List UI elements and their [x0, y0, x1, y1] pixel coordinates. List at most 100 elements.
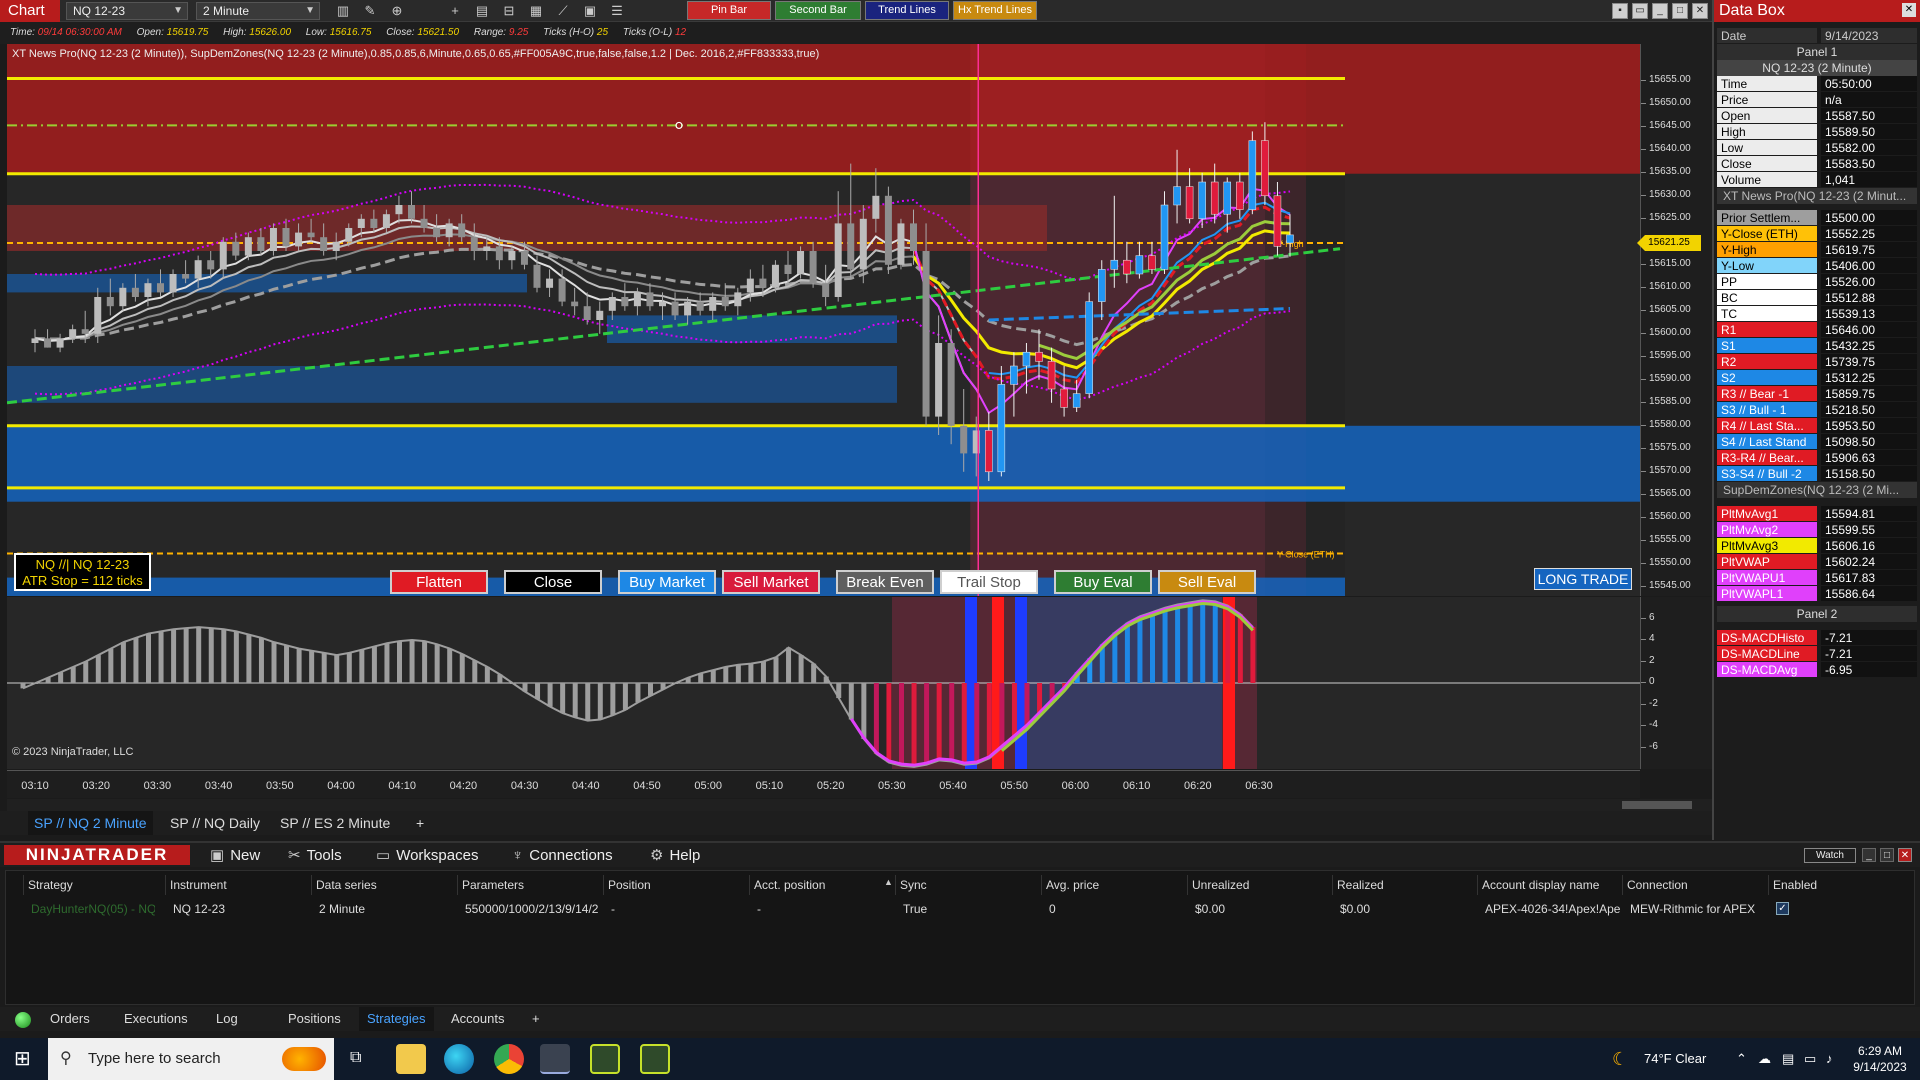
candle-body: [1160, 204, 1169, 270]
supply-demand-zone-0: [7, 44, 1640, 174]
data-box-label: Y-Close (ETH): [1717, 226, 1817, 241]
cloud-icon[interactable]: ☁: [1758, 1038, 1771, 1080]
minimize-icon[interactable]: _: [1652, 3, 1668, 19]
data-box-label: Volume: [1717, 172, 1817, 187]
column-header-account-display-name[interactable]: Account display name: [1477, 875, 1622, 895]
horizontal-scrollbar[interactable]: [7, 799, 1712, 811]
maximize-icon[interactable]: □: [1672, 3, 1688, 19]
buy-eval-button[interactable]: Buy Eval: [1054, 570, 1152, 594]
minimize-icon[interactable]: _: [1862, 848, 1876, 862]
properties-icon[interactable]: ▤: [474, 3, 490, 19]
buy-market-button[interactable]: Buy Market: [618, 570, 716, 594]
close-icon[interactable]: ✕: [1902, 3, 1916, 17]
tab-sp-es-2min[interactable]: SP // ES 2 Minute: [274, 811, 396, 835]
watch-button[interactable]: Watch: [1804, 848, 1856, 863]
tab-sp-nq-daily[interactable]: SP // NQ Daily: [164, 811, 266, 835]
column-header-connection[interactable]: Connection: [1622, 875, 1768, 895]
tile-icon[interactable]: ▭: [1632, 3, 1648, 19]
tab-strategies[interactable]: Strategies: [359, 1007, 434, 1031]
close-button[interactable]: Close: [504, 570, 602, 594]
column-header-acct-position[interactable]: Acct. position: [749, 875, 895, 895]
task-view-icon[interactable]: ⧉: [350, 1049, 361, 1067]
enabled-checkbox[interactable]: ✓: [1776, 902, 1789, 915]
indicators-icon[interactable]: ⟋: [555, 3, 571, 19]
column-header-parameters[interactable]: Parameters: [457, 875, 603, 895]
crosshair-icon[interactable]: +: [447, 3, 463, 19]
ninjatrader-app-icon[interactable]: [540, 1044, 570, 1074]
macd-panel[interactable]: [7, 597, 1640, 769]
break-even-button[interactable]: Break Even: [836, 570, 934, 594]
pin-icon[interactable]: ▪: [1612, 3, 1628, 19]
menu-new[interactable]: ▣ New: [210, 843, 260, 869]
zoom-icon[interactable]: ⊕: [389, 3, 405, 19]
chart-tabs: SP // NQ 2 Minute SP // NQ Daily SP // E…: [0, 811, 1712, 835]
tab-sp-nq-2min[interactable]: SP // NQ 2 Minute: [28, 811, 153, 835]
column-header-instrument[interactable]: Instrument: [165, 875, 311, 895]
price-panel[interactable]: Y-HighY-Close (ETH): [7, 44, 1640, 596]
price-chart[interactable]: Y-HighY-Close (ETH): [7, 44, 1640, 596]
column-header-sync[interactable]: Sync: [895, 875, 1041, 895]
tab-executions[interactable]: Executions: [116, 1007, 196, 1031]
chrome-browser-icon[interactable]: [494, 1044, 524, 1074]
app-icon-green-2[interactable]: [640, 1044, 670, 1074]
tab-accounts[interactable]: Accounts: [443, 1007, 512, 1031]
taskbar-search-input[interactable]: ⚲ Type here to search: [48, 1038, 334, 1080]
tab-positions[interactable]: Positions: [280, 1007, 349, 1031]
candle-body: [1110, 259, 1119, 270]
chart-trader-icon[interactable]: ▦: [528, 3, 544, 19]
macd-chart[interactable]: [7, 597, 1640, 769]
data-box-icon[interactable]: ☰: [609, 3, 625, 19]
weather-text[interactable]: 74°F Clear: [1644, 1038, 1706, 1080]
price-axis[interactable]: 15655.00 15650.00 15645.00 15640.00 15635.00…: [1640, 44, 1712, 596]
second-bar-button[interactable]: Second Bar: [775, 1, 861, 20]
time-axis[interactable]: 03:10 03:20 03:30 03:40 03:50 04:00 04:10 04:20…: [7, 770, 1640, 798]
date-value: 9/14/2023: [1821, 28, 1917, 43]
strategies-icon[interactable]: ▣: [582, 3, 598, 19]
candle-body: [1022, 351, 1031, 367]
sell-market-button[interactable]: Sell Market: [722, 570, 820, 594]
file-explorer-icon[interactable]: [396, 1044, 426, 1074]
maximize-icon[interactable]: □: [1880, 848, 1894, 862]
network-icon[interactable]: ▤: [1782, 1038, 1794, 1080]
add-tab-button[interactable]: +: [410, 811, 430, 835]
column-header-data-series[interactable]: Data series: [311, 875, 457, 895]
interval-selector[interactable]: 2 Minute ▼: [196, 2, 320, 20]
menu-help[interactable]: ⚙ Help: [650, 843, 700, 869]
close-icon[interactable]: ✕: [1898, 848, 1912, 862]
macd-histogram-bar: [748, 663, 754, 683]
templates-icon[interactable]: ⊟: [501, 3, 517, 19]
column-header-unrealized[interactable]: Unrealized: [1187, 875, 1332, 895]
tray-chevron-icon[interactable]: ⌃: [1736, 1038, 1747, 1080]
menu-workspaces[interactable]: ▭ Workspaces: [376, 843, 478, 869]
column-header-enabled[interactable]: Enabled: [1768, 875, 1908, 895]
menu-tools[interactable]: ✂ Tools: [288, 843, 342, 869]
flatten-button[interactable]: Flatten: [390, 570, 488, 594]
tab-orders[interactable]: Orders: [42, 1007, 98, 1031]
scrollbar-thumb[interactable]: [1622, 801, 1692, 809]
macd-axis[interactable]: 6 4 2 0 -2 -4 -6: [1640, 597, 1712, 769]
column-header-realized[interactable]: Realized: [1332, 875, 1477, 895]
bars-type-icon[interactable]: ▥: [335, 3, 351, 19]
windows-start-icon[interactable]: ⊞: [14, 1049, 31, 1069]
hx-trend-lines-button[interactable]: Hx Trend Lines: [953, 1, 1037, 20]
instrument-selector[interactable]: NQ 12-23 ▼: [66, 2, 188, 20]
trail-stop-button[interactable]: Trail Stop: [940, 570, 1038, 594]
trend-lines-button[interactable]: Trend Lines: [865, 1, 949, 20]
column-header-strategy[interactable]: Strategy: [23, 875, 165, 895]
tab-log[interactable]: Log: [208, 1007, 246, 1031]
close-icon[interactable]: ✕: [1692, 3, 1708, 19]
add-tab-button[interactable]: +: [524, 1007, 548, 1031]
data-box-label: Close: [1717, 156, 1817, 171]
column-header-avg-price[interactable]: Avg. price: [1041, 875, 1187, 895]
clock[interactable]: 6:29 AM 9/14/2023: [1850, 1043, 1910, 1075]
column-header-position[interactable]: Position: [603, 875, 749, 895]
app-icon-green-1[interactable]: [590, 1044, 620, 1074]
cell-acct-position: -: [757, 902, 761, 916]
display-icon[interactable]: ▭: [1804, 1038, 1816, 1080]
volume-icon[interactable]: ♪: [1826, 1038, 1833, 1080]
sell-eval-button[interactable]: Sell Eval: [1158, 570, 1256, 594]
draw-tool-icon[interactable]: ✎: [362, 3, 378, 19]
edge-browser-icon[interactable]: [444, 1044, 474, 1074]
menu-connections[interactable]: ♆ Connections: [512, 843, 613, 869]
pin-bar-button[interactable]: Pin Bar: [687, 1, 771, 20]
